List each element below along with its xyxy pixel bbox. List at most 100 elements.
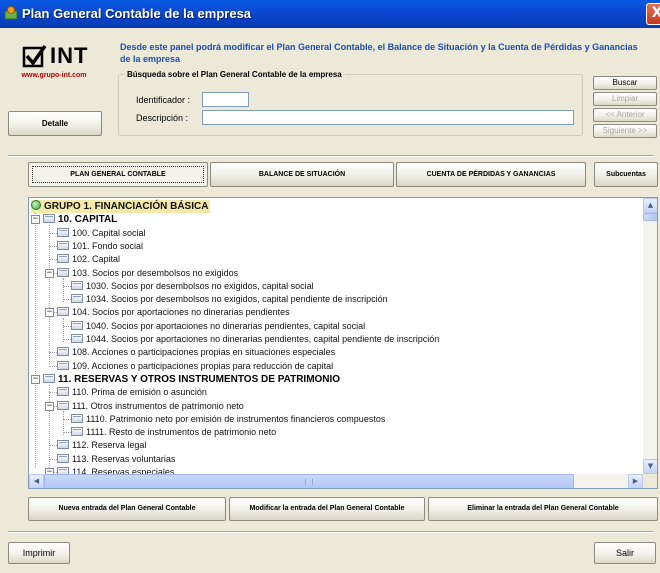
imprimir-button[interactable]: Imprimir xyxy=(8,542,70,564)
account-folder-icon xyxy=(71,334,83,343)
vertical-scroll-thumb[interactable] xyxy=(643,213,657,221)
limpiar-button[interactable]: Limpiar xyxy=(593,92,657,106)
account-folder-icon xyxy=(71,427,83,437)
account-folder-icon xyxy=(43,214,55,224)
tab-plan-general-contable[interactable]: PLAN GENERAL CONTABLE xyxy=(28,162,208,187)
tree-account-row[interactable]: 10. CAPITAL xyxy=(43,213,117,226)
tree-row-label: 1030. Socios por desembolsos no exigidos… xyxy=(86,280,314,291)
nueva-entrada-button[interactable]: Nueva entrada del Plan General Contable xyxy=(28,497,226,521)
tree-account-row[interactable]: 114. Reservas especiales xyxy=(57,466,174,474)
scroll-grip-icon xyxy=(305,479,313,485)
tree-account-row[interactable]: 1044. Socios por aportaciones no dinerar… xyxy=(71,333,439,346)
account-folder-icon xyxy=(71,280,83,290)
tab-cuenta-perdidas-ganancias[interactable]: CUENTA DE PÉRDIDAS Y GANANCIAS xyxy=(396,162,586,187)
tree-row-label: 108. Acciones o participaciones propias … xyxy=(72,347,336,358)
account-folder-icon xyxy=(57,400,69,410)
tab-label: BALANCE DE SITUACIÓN xyxy=(258,171,346,178)
tab-subcuentas[interactable]: Subcuentas xyxy=(594,162,658,187)
tree-group-row[interactable]: GRUPO 1. FINANCIACIÓN BÁSICA xyxy=(31,200,211,213)
tree-row-label: 10. CAPITAL xyxy=(58,214,118,226)
account-folder-icon xyxy=(57,240,69,250)
tree-account-row[interactable]: 108. Acciones o participaciones propias … xyxy=(57,346,335,359)
collapse-toggle-icon[interactable]: − xyxy=(45,268,54,278)
tree-account-row[interactable]: 102. Capital xyxy=(57,253,120,266)
tree-account-row[interactable]: 103. Socios por desembolsos no exigidos xyxy=(57,267,238,280)
tree-account-row[interactable]: 109. Acciones o participaciones propias … xyxy=(57,360,333,373)
tree-account-row[interactable]: 1111. Resto de instrumentos de patrimoni… xyxy=(71,426,276,439)
collapse-toggle-icon[interactable]: − xyxy=(45,401,54,411)
tree-row-label: 1034. Socios por desembolsos no exigidos… xyxy=(86,294,388,305)
collapse-toggle-icon[interactable]: − xyxy=(31,215,40,225)
horizontal-scrollbar[interactable]: ◀ ▶ xyxy=(29,474,643,488)
tree-account-row[interactable]: 111. Otros instrumentos de patrimonio ne… xyxy=(57,400,244,413)
tree-row-label: 109. Acciones o participaciones propias … xyxy=(72,360,334,371)
account-folder-icon xyxy=(57,347,69,357)
tab-label: CUENTA DE PÉRDIDAS Y GANANCIAS xyxy=(426,171,556,178)
tree-account-row[interactable]: 1110. Patrimonio neto por emisión de ins… xyxy=(71,413,385,426)
collapse-toggle-icon[interactable]: − xyxy=(45,308,54,318)
scroll-left-icon[interactable]: ◀ xyxy=(29,474,44,488)
anterior-button[interactable]: << Anterior xyxy=(593,108,657,122)
account-folder-icon xyxy=(57,360,69,370)
vertical-scrollbar[interactable]: ▲ ▼ xyxy=(643,198,657,474)
eliminar-entrada-button[interactable]: Eliminar la entrada del Plan General Con… xyxy=(428,497,658,521)
company-logo: INT www.grupo-int.com xyxy=(8,40,100,86)
account-folder-icon xyxy=(71,320,83,330)
tree-row-label: 113. Reservas voluntarias xyxy=(72,453,176,464)
tree-account-row[interactable]: 113. Reservas voluntarias xyxy=(57,453,175,466)
siguiente-button[interactable]: Siguiente >> xyxy=(593,124,657,138)
tree-row-label: 100. Capital social xyxy=(72,227,146,238)
tree-guide-line xyxy=(35,212,36,468)
main-window: Plan General Contable de la empresa X IN… xyxy=(0,0,660,573)
scroll-up-icon[interactable]: ▲ xyxy=(643,198,657,213)
tab-balance-de-situacion[interactable]: BALANCE DE SITUACIÓN xyxy=(210,162,394,187)
account-folder-icon xyxy=(71,294,83,304)
collapse-toggle-icon[interactable]: − xyxy=(31,374,40,384)
account-folder-icon xyxy=(43,373,55,383)
account-folder-icon xyxy=(57,227,69,237)
scrollbar-corner xyxy=(643,474,657,488)
account-folder-icon xyxy=(71,413,83,423)
tree-account-row[interactable]: 1034. Socios por desembolsos no exigidos… xyxy=(71,293,388,306)
tree-account-row[interactable]: 1030. Socios por desembolsos no exigidos… xyxy=(71,280,314,293)
logo-url: www.grupo-int.com xyxy=(21,72,87,79)
separator-bottom xyxy=(8,531,654,533)
tree-account-row[interactable]: 11. RESERVAS Y OTROS INSTRUMENTOS DE PAT… xyxy=(43,373,340,386)
account-folder-icon xyxy=(57,387,69,397)
tab-label: Subcuentas xyxy=(606,171,646,178)
identificador-input[interactable] xyxy=(202,92,249,107)
search-groupbox-legend: Búsqueda sobre el Plan General Contable … xyxy=(124,70,345,79)
salir-button[interactable]: Salir xyxy=(594,542,656,564)
account-folder-icon xyxy=(57,254,69,264)
modificar-entrada-button[interactable]: Modificar la entrada del Plan General Co… xyxy=(229,497,425,521)
tree-row-label: 111. Otros instrumentos de patrimonio ne… xyxy=(72,400,244,411)
tree-account-row[interactable]: 100. Capital social xyxy=(57,227,146,240)
tree-row-label: 103. Socios por desembolsos no exigidos xyxy=(72,267,239,278)
close-button[interactable]: X xyxy=(646,3,660,25)
descripcion-input[interactable] xyxy=(202,110,574,125)
scroll-right-icon[interactable]: ▶ xyxy=(628,474,643,488)
scroll-down-icon[interactable]: ▼ xyxy=(643,459,657,474)
tree-account-row[interactable]: 112. Reserva legal xyxy=(57,439,146,452)
account-tree[interactable]: GRUPO 1. FINANCIACIÓN BÁSICA −10. CAPITAL… xyxy=(28,197,658,489)
tree-row-label: 101. Fondo social xyxy=(72,240,144,251)
descripcion-label: Descripción : xyxy=(136,113,189,123)
horizontal-scroll-thumb[interactable] xyxy=(44,474,574,488)
tree-row-label: 110. Prima de emisión o asunción xyxy=(72,387,207,398)
detalle-button[interactable]: Detalle xyxy=(8,111,102,136)
tree-account-row[interactable]: 101. Fondo social xyxy=(57,240,143,253)
tree-row-label: 1111. Resto de instrumentos de patrimoni… xyxy=(86,427,277,438)
buscar-button[interactable]: Buscar xyxy=(593,76,657,90)
tree-account-row[interactable]: 104. Socios por aportaciones no dinerari… xyxy=(57,306,290,319)
tree-row-label: GRUPO 1. FINANCIACIÓN BÁSICA xyxy=(44,201,209,212)
tree-account-row[interactable]: 110. Prima de emisión o asunción xyxy=(57,386,207,399)
tree-row-label: 112. Reserva legal xyxy=(72,440,147,451)
tree-row-label: 11. RESERVAS Y OTROS INSTRUMENTOS DE PAT… xyxy=(58,373,341,385)
tree-content: GRUPO 1. FINANCIACIÓN BÁSICA −10. CAPITAL… xyxy=(29,198,643,474)
panel-description: Desde este panel podrá modificar el Plan… xyxy=(120,42,638,64)
tree-account-row[interactable]: 1040. Socios por aportaciones no dinerar… xyxy=(71,320,365,333)
tree-row-label: 1110. Patrimonio neto por emisión de ins… xyxy=(86,413,386,424)
search-groupbox xyxy=(118,74,583,136)
tree-row-label: 1040. Socios por aportaciones no dinerar… xyxy=(86,320,366,331)
title-bar[interactable]: Plan General Contable de la empresa X xyxy=(0,0,660,28)
